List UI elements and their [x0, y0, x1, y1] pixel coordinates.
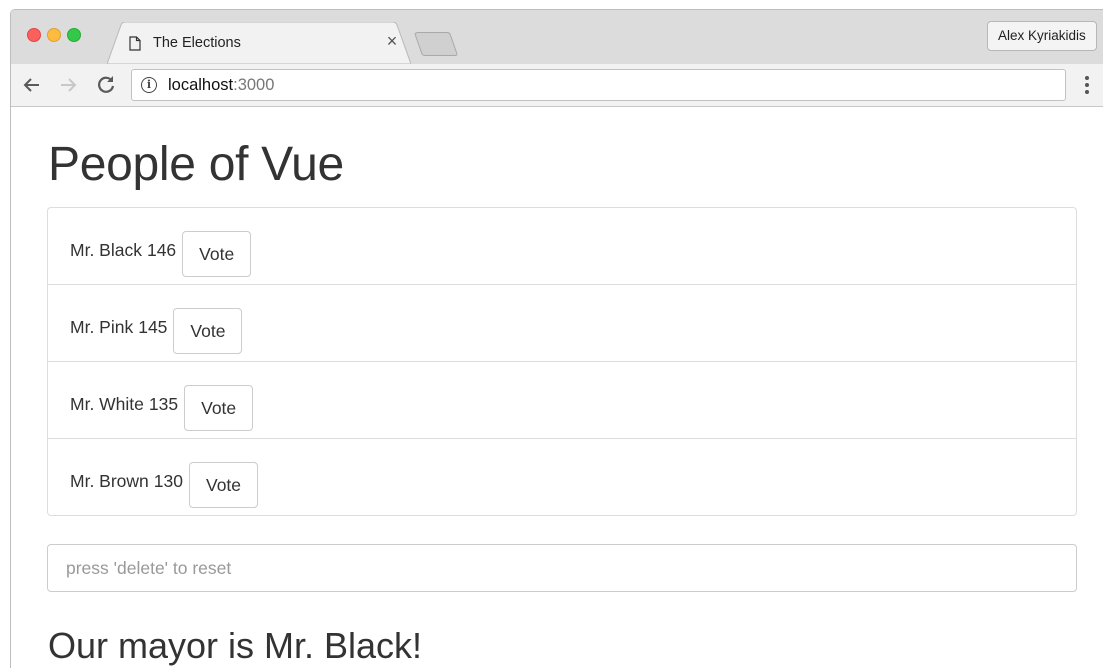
reload-button[interactable]: [93, 72, 119, 98]
reset-input[interactable]: [47, 544, 1077, 592]
vote-button[interactable]: Vote: [184, 385, 254, 431]
page-content: People of Vue Mr. Black 146 Vote Mr. Pin…: [11, 107, 1103, 668]
vote-count: 145: [138, 316, 168, 337]
candidate-name: Mr. Brown: [70, 470, 149, 491]
list-item: Mr. Pink 145 Vote: [48, 285, 1076, 362]
vote-button[interactable]: Vote: [182, 231, 252, 277]
browser-toolbar: i localhost:3000: [11, 64, 1103, 107]
candidate-name: Mr. Black: [70, 239, 142, 260]
page-icon: [129, 36, 141, 51]
url-host: localhost: [168, 76, 234, 94]
list-item: Mr. Brown 130 Vote: [48, 439, 1076, 515]
profile-button[interactable]: Alex Kyriakidis: [987, 21, 1097, 51]
reload-icon: [98, 76, 115, 93]
minimize-window-button[interactable]: [47, 28, 61, 42]
candidate-list: Mr. Black 146 Vote Mr. Pink 145 Vote Mr.…: [47, 207, 1077, 516]
browser-window: The Elections × Alex Kyriakidis i localh…: [10, 9, 1103, 668]
vote-count: 146: [146, 239, 177, 260]
vote-button[interactable]: Vote: [173, 308, 243, 354]
new-tab-button[interactable]: [413, 32, 459, 56]
page-title: People of Vue: [48, 138, 344, 191]
mayor-announcement: Our mayor is Mr. Black!: [48, 625, 423, 666]
close-window-button[interactable]: [27, 28, 41, 42]
candidate-name: Mr. Pink: [70, 316, 134, 337]
url-text: localhost:3000: [168, 76, 274, 95]
candidate-name: Mr. White: [70, 393, 144, 414]
list-item: Mr. Black 146 Vote: [48, 208, 1076, 285]
vote-count: 135: [148, 393, 179, 414]
list-item: Mr. White 135 Vote: [48, 362, 1076, 439]
tab-close-icon[interactable]: ×: [383, 32, 401, 50]
vote-count: 130: [153, 470, 183, 491]
maximize-window-button[interactable]: [67, 28, 81, 42]
forward-button[interactable]: [55, 72, 81, 98]
back-arrow-icon: [23, 78, 39, 92]
title-bar: The Elections × Alex Kyriakidis: [11, 10, 1103, 64]
info-icon[interactable]: i: [141, 77, 157, 93]
url-port: :3000: [233, 76, 275, 94]
tab-the-elections[interactable]: The Elections ×: [107, 22, 411, 64]
tab-title: The Elections: [153, 35, 241, 51]
address-bar[interactable]: i localhost:3000: [131, 69, 1066, 101]
back-button[interactable]: [19, 72, 45, 98]
forward-arrow-icon: [61, 78, 77, 92]
vote-button[interactable]: Vote: [188, 462, 259, 508]
menu-dots-icon[interactable]: [1083, 74, 1091, 96]
